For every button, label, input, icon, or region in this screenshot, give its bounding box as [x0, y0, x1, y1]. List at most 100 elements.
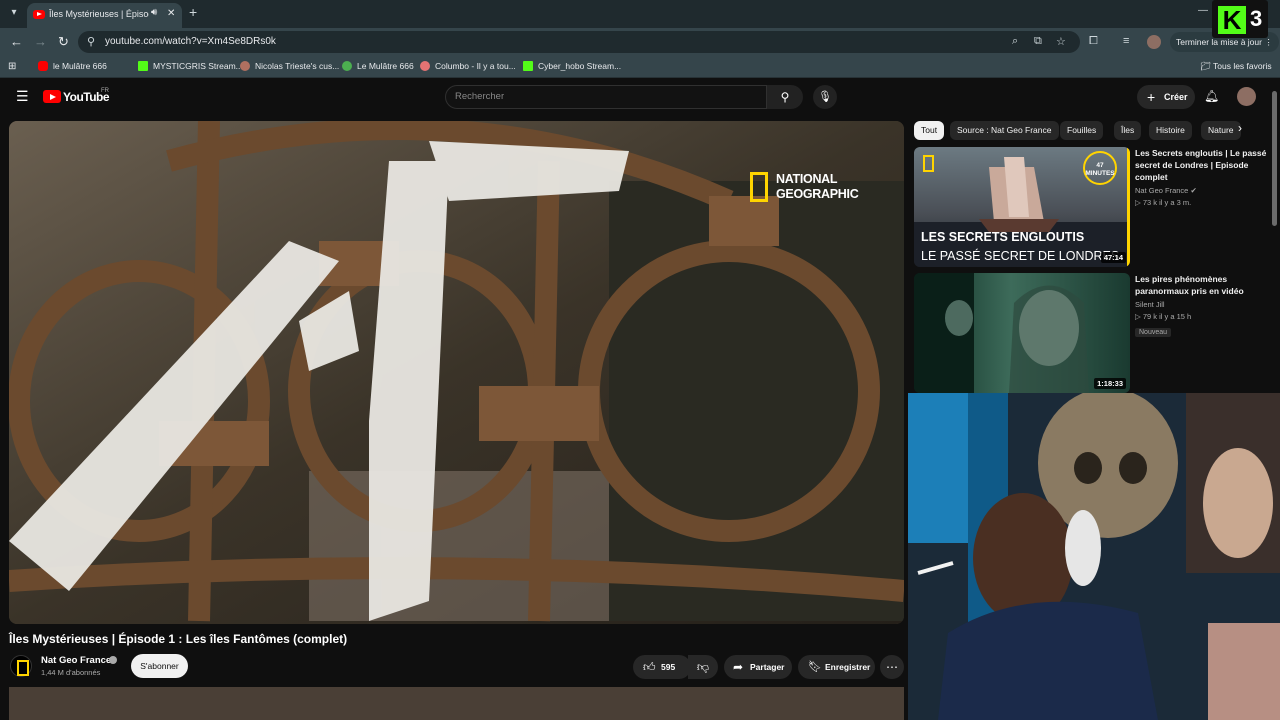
all-favorites[interactable]: 📁︎ Tous les favoris: [1200, 61, 1272, 72]
search-icon: ⚲: [780, 90, 790, 104]
url-text[interactable]: youtube.com/watch?v=Xm4Se8DRs0k: [105, 36, 276, 47]
share-icon: ➦: [733, 660, 744, 674]
reload-icon[interactable]: ↻: [58, 34, 69, 50]
kick-icon: [138, 61, 148, 71]
accent-bar: [1127, 147, 1130, 267]
chip-histoire[interactable]: Histoire: [1149, 121, 1192, 140]
bookmark-item[interactable]: Nicolas Trieste's cus...: [240, 61, 339, 71]
thumbnail-subtitle: LE PASSÉ SECRET DE LONDRES: [921, 249, 1120, 263]
stream-overlay-logo: K 3: [1212, 0, 1268, 38]
profile-avatar[interactable]: [1147, 35, 1161, 49]
search-button[interactable]: ⚲: [767, 85, 803, 109]
verified-icon: ✔︎: [1190, 186, 1197, 195]
bookmark-item[interactable]: Le Mulâtre 666: [342, 61, 414, 71]
microphone-icon: 🎙︎: [818, 91, 832, 103]
omnibox[interactable]: ⚲ youtube.com/watch?v=Xm4Se8DRs0k ⌕ ⧉ ☆: [78, 31, 1080, 53]
bookmark-icon: 🔖︎: [808, 661, 822, 673]
video-player[interactable]: [9, 121, 904, 624]
forward-icon[interactable]: →: [34, 34, 47, 49]
bookmark-item[interactable]: Columbo - Il y a tou...: [420, 61, 516, 71]
save-button[interactable]: 🔖︎ Enregistrer: [798, 655, 875, 679]
thumbnail-title: LES SECRETS ENGLOUTIS: [921, 230, 1085, 244]
verified-icon: [109, 656, 117, 664]
chip-fouilles[interactable]: Fouilles: [1060, 121, 1104, 140]
bookmark-item[interactable]: Cyber_hobo Stream...: [523, 61, 621, 71]
close-tab-icon[interactable]: ✕: [167, 8, 175, 19]
voice-search-button[interactable]: 🎙︎: [813, 85, 837, 109]
site-info-icon[interactable]: ⚲: [87, 35, 95, 48]
scrollbar[interactable]: [1272, 91, 1277, 226]
chip-source[interactable]: Source : Nat Geo France: [950, 121, 1059, 140]
browser-tab[interactable]: Îles Mystérieuses | Épisode 🔊︎ ✕: [27, 3, 182, 28]
channel-avatar[interactable]: [10, 655, 32, 677]
new-tab-icon[interactable]: +: [189, 4, 197, 20]
youtube-logo-icon[interactable]: [43, 90, 61, 103]
tab-search-icon[interactable]: ▾: [6, 5, 22, 21]
share-button[interactable]: ➦ Partager: [724, 655, 792, 679]
apps-grid-icon[interactable]: ⊞: [8, 61, 16, 72]
youtube-icon: [38, 61, 48, 71]
video-title[interactable]: Les Secrets engloutis | Le passé secret …: [1135, 147, 1270, 183]
overlay-number: 3: [1250, 6, 1263, 31]
subscribe-button[interactable]: S'abonner: [131, 654, 188, 678]
region-code: FR: [101, 88, 109, 94]
thumbs-up-icon: 👍︎: [643, 660, 656, 674]
plus-icon: +: [1147, 89, 1156, 105]
site-icon: [420, 61, 430, 71]
video-frame: [9, 121, 904, 624]
account-avatar[interactable]: [1237, 87, 1256, 106]
extensions-icon[interactable]: ⧠: [1089, 35, 1098, 48]
subscriber-count: 1,44 M d'abonnés: [41, 668, 101, 677]
night-vision-scene: [914, 273, 1089, 393]
video-thumbnail[interactable]: 1:18:33: [914, 273, 1130, 393]
video-thumbnail[interactable]: 47 MINUTES LES SECRETS ENGLOUTIS LE PASSÉ…: [914, 147, 1130, 267]
dislike-button[interactable]: 👎︎: [688, 655, 718, 679]
back-icon[interactable]: ←: [10, 34, 23, 49]
channel-name[interactable]: Nat Geo France ✔︎: [1135, 186, 1270, 195]
chevron-right-icon[interactable]: ›: [1238, 121, 1242, 135]
menu-icon[interactable]: ☰: [16, 88, 29, 105]
new-badge: Nouveau: [1135, 328, 1172, 337]
video-duration: 1:18:33: [1094, 378, 1126, 389]
more-icon: ⋯: [886, 660, 898, 674]
thumbs-down-icon: 👎︎: [696, 660, 710, 674]
video-meta: ▷ 79 k il y a 15 h: [1135, 312, 1192, 321]
video-info[interactable]: Les Secrets engloutis | Le passé secret …: [1135, 147, 1270, 207]
webcam-feed: [908, 393, 1280, 720]
channel-name[interactable]: Silent Jill: [1135, 300, 1270, 309]
zoom-icon[interactable]: ⌕: [1012, 35, 1018, 48]
create-button[interactable]: + Créer: [1137, 85, 1195, 109]
minimize-icon[interactable]: —: [1198, 5, 1208, 16]
bookmark-item[interactable]: le Mulâtre 666: [38, 61, 107, 71]
speaker-icon[interactable]: 🔊︎: [151, 7, 157, 18]
video-duration: 47:14: [1100, 252, 1126, 263]
tab-title: Îles Mystérieuses | Épisode: [49, 9, 149, 19]
video-title: Îles Mystérieuses | Épisode 1 : Les îles…: [9, 632, 348, 646]
description-preview: [9, 687, 904, 720]
natgeo-logo-icon: [923, 155, 934, 172]
notifications-icon[interactable]: 🔔︎: [1204, 89, 1219, 103]
like-count: 595: [661, 662, 676, 672]
chip-iles[interactable]: Îles: [1114, 121, 1142, 140]
more-actions-button[interactable]: ⋯: [880, 655, 904, 679]
minutes-badge: 47 MINUTES: [1083, 151, 1117, 185]
media-control-icon[interactable]: ≡: [1123, 35, 1129, 47]
video-meta: ▷ 73 k il y a 3 m.: [1135, 198, 1192, 207]
search-input[interactable]: Rechercher: [445, 85, 767, 109]
search-placeholder: Rechercher: [455, 91, 505, 102]
bookmark-star-icon[interactable]: ☆: [1056, 35, 1066, 48]
video-info[interactable]: Les pires phénomènes paranormaux pris en…: [1135, 273, 1270, 339]
cast-icon[interactable]: ⧉: [1034, 35, 1042, 48]
chip-all[interactable]: Tout: [914, 121, 945, 140]
play-icon: [342, 61, 352, 71]
bookmark-item[interactable]: MYSTICGRIS Stream...: [138, 61, 243, 71]
bookmarks-bar: ⊞ le Mulâtre 666 MYSTICGRIS Stream... Ni…: [0, 56, 1280, 78]
channel-name[interactable]: Nat Geo France: [41, 655, 111, 666]
browser-tab-bar: ▾ Îles Mystérieuses | Épisode 🔊︎ ✕ + —: [0, 0, 1280, 28]
youtube-favicon-icon: [33, 10, 45, 19]
like-button[interactable]: 👍︎ 595: [633, 655, 691, 679]
kick-logo-icon: K: [1218, 6, 1246, 34]
video-title[interactable]: Les pires phénomènes paranormaux pris en…: [1135, 273, 1270, 297]
chip-nature[interactable]: Nature: [1201, 121, 1241, 140]
youtube-header: ☰ YouTube FR Rechercher ⚲ 🎙︎ + Créer 🔔︎: [0, 79, 1280, 115]
